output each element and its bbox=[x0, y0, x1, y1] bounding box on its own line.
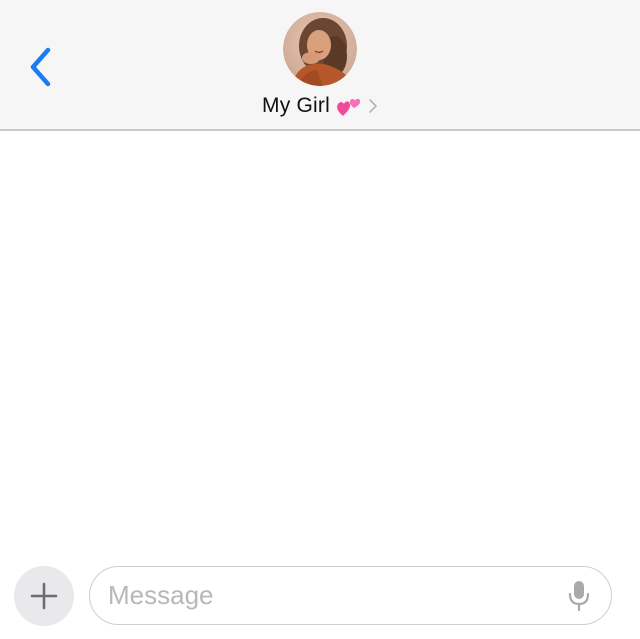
apps-plus-button[interactable] bbox=[14, 566, 74, 626]
dictation-button[interactable] bbox=[565, 579, 593, 613]
messages-screen: My Girl bbox=[0, 0, 640, 639]
message-field[interactable] bbox=[89, 566, 612, 625]
message-input[interactable] bbox=[108, 580, 538, 611]
microphone-icon bbox=[568, 581, 590, 612]
chevron-right-icon bbox=[369, 99, 377, 113]
contact-name: My Girl bbox=[262, 94, 330, 117]
contact-name-row[interactable]: My Girl bbox=[262, 94, 378, 118]
message-thread[interactable] bbox=[0, 131, 640, 561]
compose-bar bbox=[0, 561, 640, 639]
two-hearts-icon bbox=[337, 98, 361, 116]
conversation-header: My Girl bbox=[0, 0, 640, 131]
avatar[interactable] bbox=[283, 12, 357, 86]
contact-info[interactable]: My Girl bbox=[0, 12, 640, 118]
plus-icon bbox=[30, 582, 58, 610]
